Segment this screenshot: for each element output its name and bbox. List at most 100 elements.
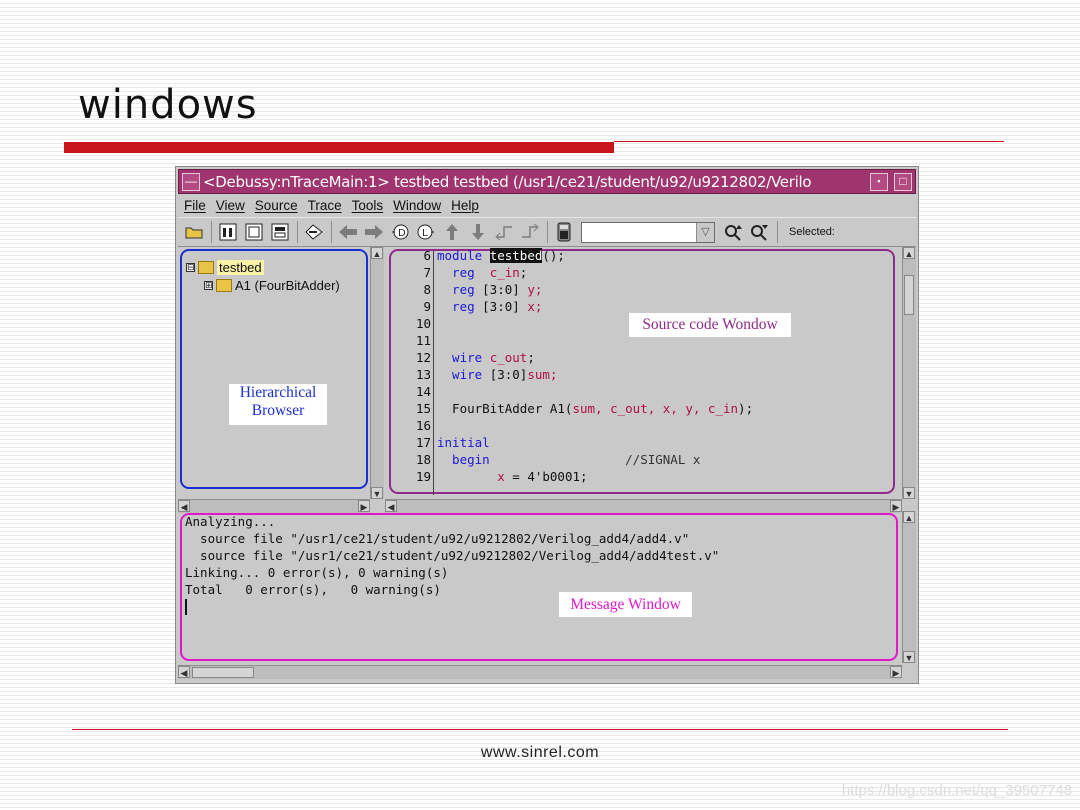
forward-arrow-icon[interactable] [363, 221, 385, 243]
code-comment: //SIGNAL x [489, 452, 701, 467]
toolbar-separator [547, 221, 548, 243]
load-icon[interactable]: L [415, 221, 437, 243]
text-cursor [185, 599, 187, 615]
code-identifier: sum; [527, 367, 558, 382]
scroll-left-icon[interactable]: ◀ [178, 666, 190, 678]
title-underline-line [614, 141, 1004, 142]
scroll-right-icon[interactable]: ▶ [890, 666, 902, 678]
code-line[interactable]: 9 reg [3:0] x; [376, 299, 542, 316]
tree-item-label: A1 (FourBitAdder) [235, 278, 340, 293]
code-line[interactable]: 18 begin //SIGNAL x [376, 452, 700, 469]
scroll-up-icon[interactable]: ▲ [903, 511, 915, 523]
back-arrow-icon[interactable] [337, 221, 359, 243]
selected-identifier: testbed [489, 248, 543, 263]
code-identifier: c_in [489, 265, 520, 280]
line-number: 6 [423, 248, 431, 263]
hierarchical-browser-callout: Hierarchical Browser [229, 384, 327, 425]
scroll-down-icon[interactable]: ▼ [903, 487, 915, 499]
message-window-callout: Message Window [559, 592, 692, 617]
trace-icon[interactable] [303, 221, 325, 243]
menu-window[interactable]: Window [393, 198, 441, 213]
folder-icon [216, 279, 232, 292]
code-line[interactable]: 12 wire c_out; [376, 350, 535, 367]
step-back-icon[interactable] [493, 221, 515, 243]
collapse-icon[interactable]: ⊟ [186, 263, 195, 272]
scroll-right-icon[interactable]: ▶ [890, 500, 902, 512]
scroll-down-icon[interactable]: ▼ [903, 651, 915, 663]
code-identifier: x; [527, 299, 543, 314]
code-line[interactable]: 16 [376, 418, 437, 435]
menu-file[interactable]: File [184, 198, 206, 213]
menu-source[interactable]: Source [255, 198, 298, 213]
source-code-callout: Source code Wondow [629, 313, 791, 337]
hierarchy-hscrollbar[interactable]: ◀ ▶ [178, 499, 370, 513]
code-line[interactable]: 7 reg c_in; [376, 265, 527, 282]
hierarchy-icon[interactable] [217, 221, 239, 243]
search-down-icon[interactable] [749, 221, 771, 243]
scroll-left-icon[interactable]: ◀ [178, 500, 190, 512]
toolbar-separator [297, 221, 298, 243]
up-arrow-icon[interactable] [441, 221, 463, 243]
code-line[interactable]: 19 x = 4'b0001; [376, 469, 588, 486]
code-line[interactable]: 6 module testbed(); [376, 248, 565, 265]
source-vscrollbar[interactable]: ▲ ▼ [902, 247, 916, 499]
minimize-icon[interactable]: ▪ [870, 172, 888, 191]
code-line[interactable]: 11 [376, 333, 437, 350]
scroll-left-icon[interactable]: ◀ [385, 500, 397, 512]
code-line[interactable]: 10 [376, 316, 437, 333]
code-line[interactable]: 13 wire [3:0]sum; [376, 367, 558, 384]
code-keyword: wire [437, 367, 490, 382]
line-number: 12 [415, 350, 431, 365]
code-keyword: reg [437, 299, 483, 314]
footer-line [72, 729, 1008, 730]
code-line[interactable]: 8 reg [3:0] y; [376, 282, 542, 299]
scroll-thumb[interactable] [904, 275, 914, 315]
line-number: 9 [423, 299, 431, 314]
signal-icon[interactable] [243, 221, 265, 243]
menu-trace[interactable]: Trace [308, 198, 342, 213]
scroll-right-icon[interactable]: ▶ [358, 500, 370, 512]
window-menu-icon[interactable]: — [182, 172, 200, 191]
code-line[interactable]: 14 [376, 384, 437, 401]
toolbar-separator [777, 221, 778, 243]
title-underline-bar [64, 142, 614, 153]
chevron-down-icon[interactable]: ▽ [696, 222, 714, 242]
line-number: 16 [415, 418, 431, 433]
calculator-icon[interactable] [553, 221, 575, 243]
scroll-down-icon[interactable]: ▼ [371, 487, 383, 499]
signal-search-combo[interactable]: ▽ [581, 221, 715, 243]
tree-item-a1[interactable]: ⊞ A1 (FourBitAdder) [204, 278, 340, 293]
window-titlebar[interactable]: — <Debussy:nTraceMain:1> testbed testbed… [178, 169, 916, 194]
maximize-icon[interactable]: □ [894, 172, 912, 191]
line-number: 15 [415, 401, 431, 416]
toolbar-separator [211, 221, 212, 243]
message-vscrollbar[interactable]: ▲ ▼ [902, 511, 916, 663]
scroll-up-icon[interactable]: ▲ [903, 247, 915, 259]
code-text: FourBitAdder A1( [437, 401, 573, 416]
code-text: [3:0] [489, 367, 528, 382]
expand-icon[interactable]: ⊞ [204, 281, 213, 290]
down-arrow-icon[interactable] [467, 221, 489, 243]
menu-view[interactable]: View [216, 198, 245, 213]
tree-item-testbed[interactable]: ⊟ testbed [186, 260, 264, 275]
window-title: <Debussy:nTraceMain:1> testbed testbed (… [203, 172, 812, 191]
message-hscrollbar[interactable]: ◀ ▶ [178, 665, 902, 679]
step-forward-icon[interactable] [519, 221, 541, 243]
open-folder-icon[interactable] [183, 221, 205, 243]
source-icon[interactable] [269, 221, 291, 243]
menu-tools[interactable]: Tools [352, 198, 384, 213]
toolbar-separator [331, 221, 332, 243]
driver-icon[interactable]: D [389, 221, 411, 243]
line-number: 14 [415, 384, 431, 399]
code-text: = 4'b0001; [504, 469, 588, 484]
code-line[interactable]: 15 FourBitAdder A1(sum, c_out, x, y, c_i… [376, 401, 753, 418]
search-up-icon[interactable] [723, 221, 745, 243]
code-line[interactable]: 17 initial [376, 435, 490, 452]
code-text: [3:0] [482, 282, 528, 297]
code-keyword: initial [437, 435, 490, 450]
line-number: 7 [423, 265, 431, 280]
scroll-thumb[interactable] [192, 667, 254, 678]
source-hscrollbar[interactable]: ◀ ▶ [385, 499, 902, 513]
menu-help[interactable]: Help [451, 198, 479, 213]
